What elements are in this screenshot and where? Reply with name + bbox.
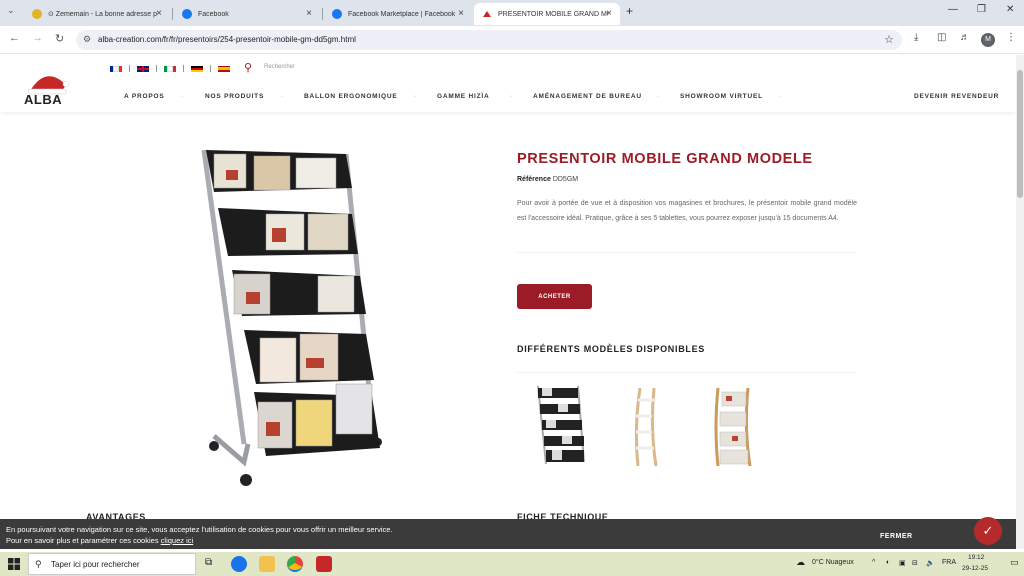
- volume-icon[interactable]: 🔈: [926, 559, 935, 567]
- menu-a-propos[interactable]: A PROPOS: [124, 93, 164, 100]
- close-icon[interactable]: ×: [156, 8, 162, 19]
- close-icon[interactable]: ×: [306, 8, 312, 19]
- tab-title: PRESENTOIR MOBILE GRAND MOD: [498, 10, 608, 18]
- flag-it-icon[interactable]: [164, 65, 176, 72]
- profile-avatar[interactable]: M: [981, 33, 995, 47]
- facebook-icon: [182, 9, 192, 19]
- cookie-text: En poursuivant votre navigation sur ce s…: [6, 525, 393, 534]
- address-bar[interactable]: ⚙ alba-creation.com/fr/fr/presentoirs/25…: [76, 30, 902, 50]
- santa-hat-icon: [27, 76, 70, 95]
- tab-alba[interactable]: PRESENTOIR MOBILE GRAND MOD ×: [474, 3, 620, 25]
- app-icon[interactable]: [316, 556, 332, 572]
- product-reference: Référence DD5GM: [517, 176, 578, 183]
- bookmark-star-icon[interactable]: ☆: [884, 33, 894, 46]
- browser-toolbar: ← → ↻ ⚙ alba-creation.com/fr/fr/presento…: [0, 26, 1024, 54]
- clock-date[interactable]: 29-12-25: [962, 565, 988, 572]
- cookie-banner: En poursuivant votre navigation sur ce s…: [0, 519, 1016, 549]
- buy-button[interactable]: ACHETER: [517, 284, 592, 309]
- menu-nos-produits[interactable]: NOS PRODUITS: [205, 93, 264, 100]
- chrome-menu-icon[interactable]: ⋮: [1006, 32, 1016, 43]
- weather-text[interactable]: 0°C Nuageux: [812, 559, 854, 566]
- window-close-icon[interactable]: ✕: [1006, 4, 1014, 15]
- accessibility-icon[interactable]: ✓: [974, 517, 1002, 545]
- browser-tab-strip: ⌄ ⊙ Zememain - La bonne adresse p × Face…: [0, 0, 1024, 26]
- taskbar: ⚲ Taper ici pour rechercher ⧉ ☁ 0°C Nuag…: [0, 552, 1024, 576]
- cookie-link[interactable]: cliquez ici: [161, 536, 194, 545]
- tray-chevron-icon[interactable]: ^: [872, 559, 875, 566]
- weather-icon[interactable]: ☁: [796, 557, 805, 568]
- back-icon[interactable]: ←: [9, 32, 20, 44]
- language-selector: [110, 65, 230, 72]
- cookie-close-button[interactable]: FERMER: [880, 533, 913, 540]
- model-thumb-wood[interactable]: [704, 384, 760, 472]
- tab-title: ⊙ Zememain - La bonne adresse p: [48, 11, 157, 18]
- network-icon[interactable]: ⊟: [912, 559, 918, 567]
- task-view-icon[interactable]: ⧉: [205, 557, 212, 568]
- taskbar-search-placeholder: Taper ici pour rechercher: [51, 560, 140, 569]
- divider: [517, 252, 857, 253]
- flag-es-icon[interactable]: [218, 65, 230, 72]
- close-icon[interactable]: ×: [606, 8, 612, 19]
- edge-icon[interactable]: [231, 556, 247, 572]
- taskbar-search[interactable]: ⚲ Taper ici pour rechercher: [28, 553, 196, 575]
- search-input[interactable]: Rechercher: [264, 64, 295, 70]
- menu-ballon-ergonomique[interactable]: BALLON ERGONOMIQUE: [304, 93, 397, 100]
- flag-uk-icon[interactable]: [137, 65, 149, 72]
- search-icon[interactable]: ⚲: [244, 61, 252, 74]
- model-thumb-white-wood[interactable]: [618, 384, 674, 472]
- menu-devenir-revendeur[interactable]: DEVENIR REVENDEUR: [914, 93, 999, 100]
- chrome-icon[interactable]: [287, 556, 303, 572]
- tab-title: Facebook: [198, 10, 229, 18]
- divider: [517, 372, 857, 373]
- flag-fr-icon[interactable]: [110, 65, 122, 72]
- reload-icon[interactable]: ↻: [55, 32, 64, 45]
- close-icon[interactable]: ×: [458, 8, 464, 19]
- site-info-icon[interactable]: ⚙: [83, 34, 91, 45]
- notification-icon[interactable]: ▭: [1010, 557, 1019, 568]
- product-image: [201, 149, 382, 486]
- media-icon[interactable]: ♬: [960, 32, 970, 43]
- language-indicator[interactable]: FRA: [942, 559, 956, 566]
- menu-amenagement-bureau[interactable]: AMÉNAGEMENT DE BUREAU: [533, 93, 642, 100]
- clock-time[interactable]: 19:12: [968, 554, 984, 561]
- extension-icon[interactable]: ◫: [937, 32, 946, 43]
- download-icon[interactable]: ⤓: [914, 32, 918, 43]
- tray-icon[interactable]: ◐: [886, 559, 890, 566]
- restore-icon[interactable]: ❐: [977, 4, 986, 15]
- tab-marketplace[interactable]: Facebook Marketplace | Facebook ×: [324, 3, 472, 25]
- product-title: PRESENTOIR MOBILE GRAND MODELE: [517, 151, 813, 167]
- search-icon: ⚲: [35, 559, 42, 569]
- tab-facebook[interactable]: Facebook ×: [174, 3, 320, 25]
- windows-start-icon[interactable]: [8, 558, 20, 570]
- forward-icon[interactable]: →: [32, 32, 43, 44]
- reference-label: Référence: [517, 176, 551, 183]
- reference-value: DD5GM: [552, 176, 579, 183]
- tab-zememain[interactable]: ⊙ Zememain - La bonne adresse p ×: [24, 3, 170, 25]
- menu-gamme-hizia[interactable]: GAMME HIZÏA: [437, 93, 490, 100]
- tab-search-icon[interactable]: ⌄: [7, 5, 15, 16]
- model-thumb-black[interactable]: [532, 384, 588, 472]
- product-description: Pour avoir à portée de vue et à disposit…: [517, 200, 857, 222]
- site-header: ALBA ⚲ Rechercher A PROPOS · NOS PRODUIT…: [0, 55, 1016, 112]
- new-tab-icon[interactable]: +: [626, 4, 633, 18]
- tray-icon[interactable]: ▣: [899, 559, 906, 567]
- logo-text: ALBA: [24, 92, 63, 107]
- cookie-text-2: Pour en savoir plus et paramétrer ces co…: [6, 536, 193, 545]
- models-heading: DIFFÉRENTS MODÈLES DISPONIBLES: [517, 344, 706, 354]
- alba-icon: [483, 11, 491, 17]
- minimize-icon[interactable]: —: [948, 4, 958, 15]
- flag-de-icon[interactable]: [191, 65, 203, 72]
- scrollbar-thumb[interactable]: [1017, 70, 1023, 198]
- cookie-more-text: Pour en savoir plus et paramétrer ces co…: [6, 536, 159, 545]
- zememain-icon: [32, 9, 42, 19]
- facebook-icon: [332, 9, 342, 19]
- tab-title: Facebook Marketplace | Facebook: [348, 10, 456, 18]
- url-text: alba-creation.com/fr/fr/presentoirs/254-…: [98, 35, 356, 44]
- file-explorer-icon[interactable]: [259, 556, 275, 572]
- menu-showroom-virtuel[interactable]: SHOWROOM VIRTUEL: [680, 93, 763, 100]
- alba-logo[interactable]: ALBA: [22, 65, 78, 107]
